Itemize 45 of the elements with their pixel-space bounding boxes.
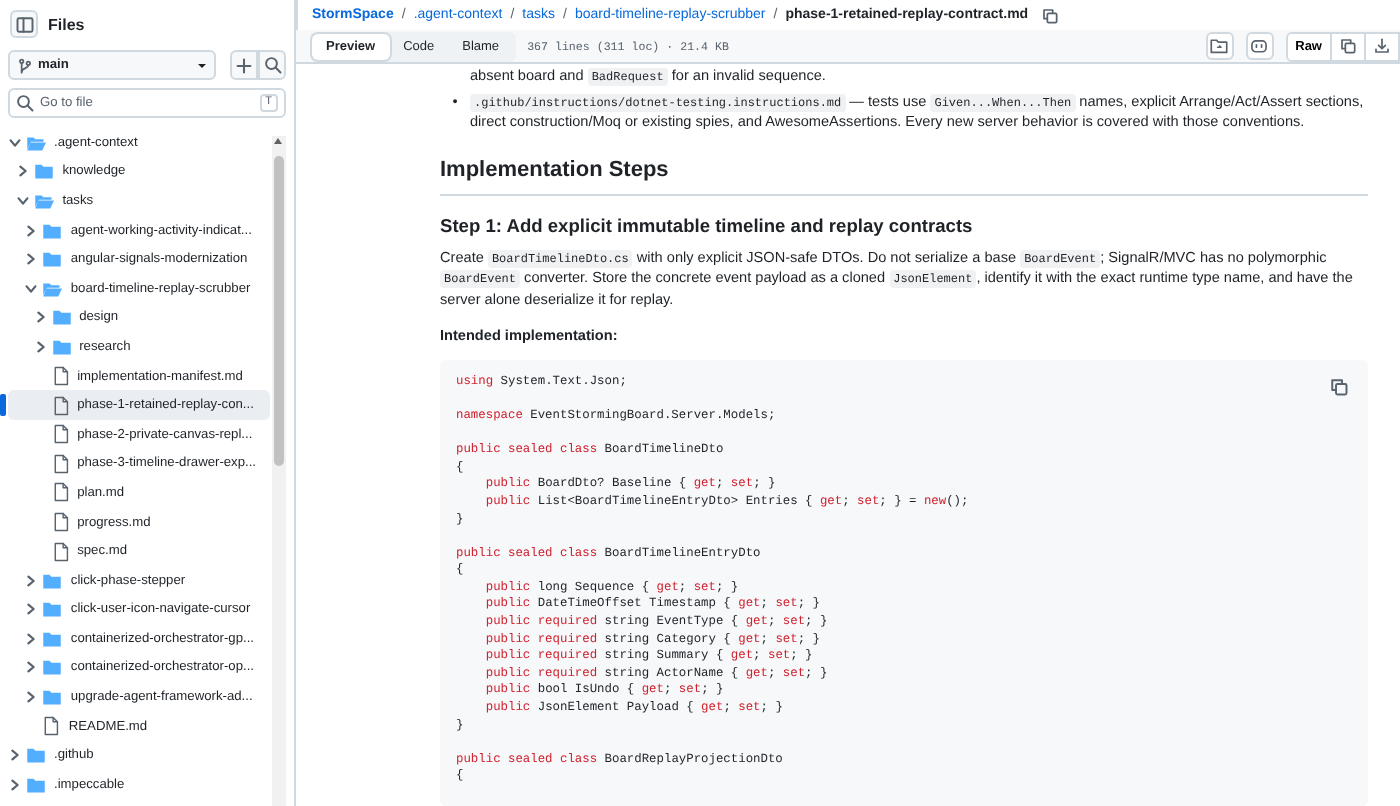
file-icon [42, 716, 61, 737]
file-icon [51, 453, 70, 474]
folder-icon [42, 629, 63, 648]
plus-icon [236, 57, 252, 73]
assistant-button[interactable] [1245, 32, 1274, 61]
search-button[interactable] [258, 50, 286, 80]
sidebar-panel-icon [15, 15, 33, 33]
file-icon [51, 424, 70, 445]
add-file-button[interactable] [230, 50, 258, 80]
copy-button[interactable] [1332, 33, 1366, 60]
folder-icon [42, 658, 63, 677]
folder-icon [42, 571, 63, 590]
selection-indicator [0, 394, 6, 416]
download-icon [1374, 38, 1390, 55]
open-folder-icon [42, 279, 63, 298]
branch-icon [18, 57, 32, 73]
robot-face-icon [1250, 38, 1269, 55]
file-icon [51, 512, 70, 533]
sidebar-toggle-button[interactable] [10, 10, 38, 38]
folder-button[interactable] [1205, 32, 1234, 61]
caret-icon [198, 63, 206, 67]
file-icon [51, 541, 70, 562]
scrollbar[interactable] [272, 136, 286, 806]
folder-icon [42, 600, 63, 619]
open-folder-icon [34, 191, 55, 210]
folder-icon [42, 221, 63, 240]
file-icon [51, 395, 70, 416]
folder-icon [51, 308, 72, 327]
download-button[interactable] [1366, 33, 1400, 60]
step-heading: Step 1: Add explicit immutable timeline and replay contracts [440, 213, 975, 238]
folder-arrow-icon [1210, 38, 1229, 55]
file-icon [51, 366, 70, 387]
section-heading: Implementation Steps [440, 155, 1368, 196]
folder-icon [34, 162, 55, 181]
search-icon [16, 94, 34, 112]
folder-icon [42, 250, 63, 269]
folder-icon [51, 337, 72, 356]
search-icon [263, 56, 281, 74]
copy-icon [1329, 378, 1347, 397]
sidebar-title: Files [48, 15, 85, 33]
copy-icon [1340, 38, 1356, 55]
file-icon [51, 482, 70, 503]
open-folder-icon [26, 133, 46, 152]
folder-icon [42, 688, 63, 707]
copy-icon [1042, 7, 1059, 24]
